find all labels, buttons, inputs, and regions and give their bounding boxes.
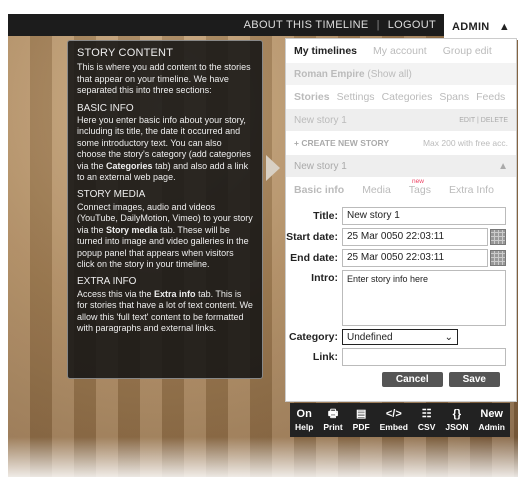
help-text-media: Connect images, audio and videos (YouTub…: [77, 201, 253, 269]
story-list-item[interactable]: New story 1 EDIT | DELETE: [286, 109, 516, 131]
link-input[interactable]: [342, 348, 506, 366]
bottom-toolbar: On Help 🖶 Print ▤ PDF </> Embed ☷ CSV {}…: [290, 403, 510, 437]
nav-my-timelines[interactable]: My timelines: [294, 45, 357, 57]
nav-my-account[interactable]: My account: [373, 45, 427, 57]
help-title: STORY CONTENT: [77, 47, 174, 59]
embed-icon: </>: [385, 408, 402, 420]
current-story-header[interactable]: New story 1 ▲: [286, 155, 516, 177]
timeline-tabs: Stories Settings Categories Spans Feeds: [286, 85, 516, 109]
tab-categories[interactable]: Categories: [382, 91, 433, 103]
current-story-title: New story 1: [294, 160, 347, 172]
help-heading-extra: EXTRA INFO: [77, 276, 137, 288]
end-date-input[interactable]: 25 Mar 0050 22:03:11: [342, 249, 488, 267]
subtab-media[interactable]: Media: [362, 184, 391, 196]
category-label: Category:: [288, 331, 338, 343]
admin-tab[interactable]: ADMIN ▲: [444, 14, 518, 40]
csv-icon: ☷: [421, 408, 432, 420]
toolbar-admin-button[interactable]: New Admin: [478, 408, 504, 432]
new-icon: New: [480, 408, 503, 420]
help-heading-media: STORY MEDIA: [77, 189, 146, 201]
link-label: Link:: [312, 351, 338, 363]
story-subtabs: Basic info Media Tags Extra Info new: [286, 177, 516, 203]
chevron-down-icon: ⌄: [444, 331, 453, 343]
toolbar-label: Help: [294, 422, 314, 432]
cancel-button[interactable]: Cancel: [381, 372, 443, 387]
subtab-tags[interactable]: Tags: [409, 184, 431, 196]
account-nav: My timelines My account Group edit: [286, 39, 516, 63]
category-select[interactable]: Undefined ⌄: [342, 329, 458, 345]
about-timeline-link[interactable]: ABOUT THIS TIMELINE: [236, 19, 377, 31]
toolbar-label: PDF: [352, 422, 370, 432]
timeline-selector[interactable]: Roman Empire (Show all): [286, 63, 516, 85]
toolbar-label: Admin: [478, 422, 505, 432]
help-pointer-arrow-icon: [266, 155, 280, 181]
logout-link[interactable]: LOGOUT: [380, 19, 444, 31]
pdf-icon: ▤: [355, 408, 367, 420]
title-label: Title:: [313, 210, 338, 222]
tab-stories[interactable]: Stories: [294, 91, 330, 103]
story-list-item-title: New story 1: [294, 114, 347, 126]
help-text-basic: Here you enter basic info about your sto…: [77, 115, 251, 183]
edit-delete-links[interactable]: EDIT | DELETE: [459, 117, 508, 124]
title-input[interactable]: New story 1: [342, 207, 506, 225]
create-story-button[interactable]: + CREATE NEW STORY: [294, 138, 389, 148]
subtab-basic-info[interactable]: Basic info: [294, 184, 344, 196]
story-form: Title: New story 1 Start date: 25 Mar 00…: [286, 203, 516, 387]
toolbar-label: CSV: [417, 422, 436, 432]
help-text-extra: Access this via the Extra info tab. This…: [77, 288, 253, 333]
start-date-input[interactable]: 25 Mar 0050 22:03:11: [342, 228, 488, 246]
nav-group-edit[interactable]: Group edit: [443, 45, 492, 57]
print-icon: 🖶: [327, 408, 339, 420]
toolbar-help-button[interactable]: On Help: [295, 408, 313, 432]
toolbar-pdf-button[interactable]: ▤ PDF: [353, 408, 370, 432]
help-panel: STORY CONTENT This is where you add cont…: [67, 40, 263, 379]
top-bar: ABOUT THIS TIMELINE | LOGOUT ADMIN ▲: [8, 14, 518, 40]
calendar-icon[interactable]: [490, 229, 506, 245]
caret-up-icon: ▲: [498, 160, 508, 172]
caret-up-icon: ▲: [498, 21, 510, 33]
help-intro: This is where you add content to the sto…: [77, 62, 251, 96]
calendar-icon[interactable]: [490, 250, 506, 266]
start-date-label: Start date:: [286, 231, 338, 243]
save-button[interactable]: Save: [448, 372, 500, 387]
toolbar-json-button[interactable]: {} JSON: [445, 408, 468, 432]
toolbar-print-button[interactable]: 🖶 Print: [323, 408, 342, 432]
background-fade: [8, 437, 518, 477]
new-badge: new: [412, 178, 424, 185]
tab-spans[interactable]: Spans: [439, 91, 469, 103]
help-heading-basic: BASIC INFO: [77, 102, 134, 114]
tab-feeds[interactable]: Feeds: [476, 91, 505, 103]
create-story-row: + CREATE NEW STORY Max 200 with free acc…: [286, 131, 516, 155]
intro-textarea[interactable]: Enter story info here: [342, 270, 506, 326]
help-icon: On: [296, 408, 312, 420]
timeline-name: Roman Empire: [294, 68, 365, 80]
toolbar-embed-button[interactable]: </> Embed: [380, 408, 408, 432]
tab-settings[interactable]: Settings: [337, 91, 375, 103]
subtab-extra-info[interactable]: Extra Info: [449, 184, 494, 196]
end-date-label: End date:: [290, 252, 338, 264]
max-stories-note: Max 200 with free acc.: [422, 138, 508, 148]
toolbar-label: Print: [323, 422, 343, 432]
intro-label: Intro:: [311, 272, 338, 284]
toolbar-label: JSON: [445, 422, 469, 432]
toolbar-label: Embed: [379, 422, 408, 432]
show-all-link[interactable]: (Show all): [367, 69, 411, 80]
json-icon: {}: [452, 408, 462, 420]
admin-tab-label: ADMIN: [452, 21, 490, 33]
toolbar-csv-button[interactable]: ☷ CSV: [418, 408, 435, 432]
category-select-value: Undefined: [347, 331, 393, 343]
admin-panel: My timelines My account Group edit Roman…: [285, 38, 517, 402]
